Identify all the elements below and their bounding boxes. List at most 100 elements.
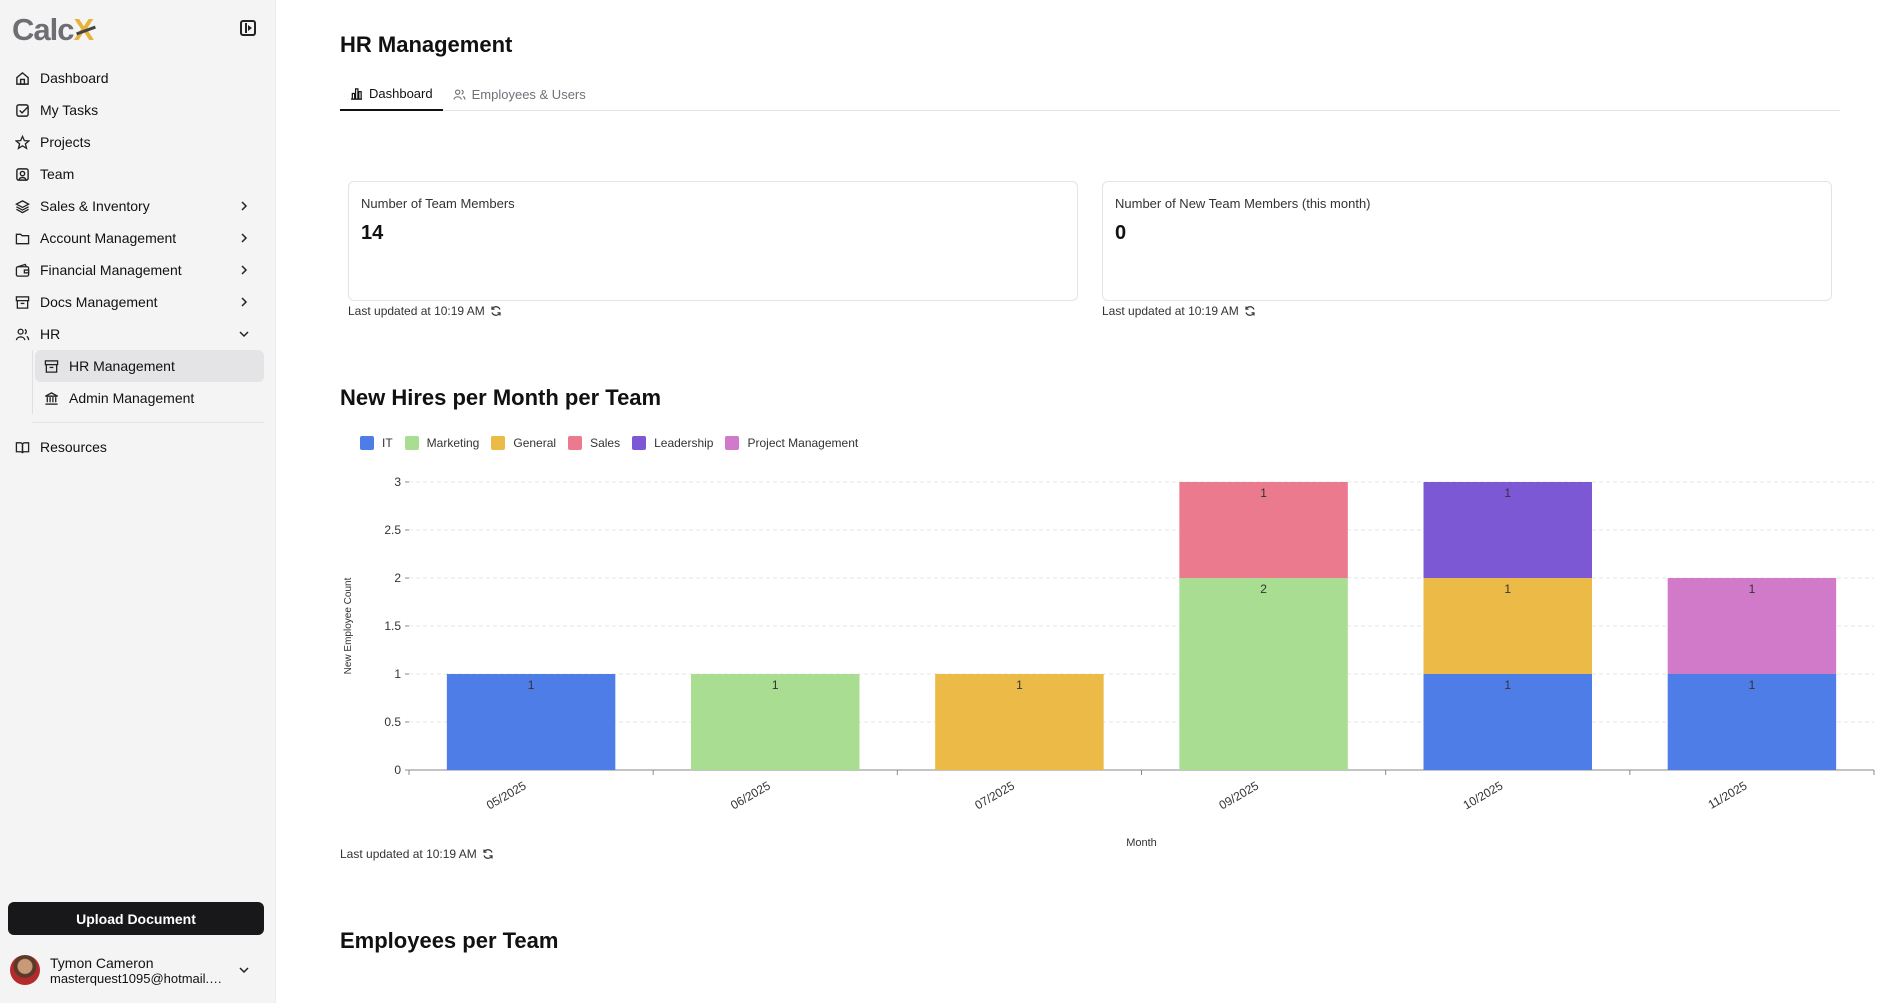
data-label: 2 xyxy=(1260,582,1267,596)
last-updated: Last updated at 10:19 AM xyxy=(340,847,494,861)
sidebar-collapse-icon[interactable] xyxy=(240,20,256,36)
folder-icon xyxy=(14,230,30,246)
layers-icon xyxy=(14,198,30,214)
checkbox-icon xyxy=(14,102,30,118)
logo-text: Calc xyxy=(12,12,74,47)
legend-label: Sales xyxy=(590,436,621,450)
data-label: 1 xyxy=(1749,678,1756,692)
legend-item[interactable]: General xyxy=(491,436,556,450)
sidebar-item-label: Admin Management xyxy=(69,390,195,406)
legend-swatch xyxy=(632,436,647,450)
legend-swatch xyxy=(491,436,506,450)
x-axis-label: Month xyxy=(1126,837,1157,849)
archive-icon xyxy=(14,294,30,310)
data-label: 1 xyxy=(528,678,535,692)
card-label: Number of New Team Members (this month) xyxy=(1115,196,1371,211)
legend-item[interactable]: IT xyxy=(360,436,393,450)
sidebar-item-financial-management[interactable]: Financial Management xyxy=(8,254,264,286)
sidebar-item-resources[interactable]: Resources xyxy=(8,431,264,463)
y-axis-label: New Employee Count xyxy=(343,577,354,674)
bar-segment xyxy=(1179,578,1348,770)
x-tick-label: 11/2025 xyxy=(1706,778,1750,812)
sidebar-item-docs-management[interactable]: Docs Management xyxy=(8,286,264,318)
sidebar-item-label: My Tasks xyxy=(40,102,99,118)
new-team-members-card: Number of New Team Members (this month) … xyxy=(1102,181,1832,301)
nav-divider xyxy=(32,422,264,423)
sidebar-item-admin-management[interactable]: Admin Management xyxy=(35,382,264,414)
star-icon xyxy=(14,134,30,150)
legend-swatch xyxy=(360,436,374,450)
avatar xyxy=(10,955,40,985)
refresh-icon[interactable] xyxy=(490,305,502,317)
user-menu[interactable]: Tymon Cameron masterquest1095@hotmail.c.… xyxy=(10,948,264,992)
sidebar-item-label: Financial Management xyxy=(40,262,182,278)
legend-item[interactable]: Marketing xyxy=(404,436,479,450)
last-updated-text: Last updated at 10:19 AM xyxy=(340,847,477,861)
legend-label: Project Management xyxy=(747,436,859,450)
legend-item[interactable]: Sales xyxy=(568,436,620,450)
legend-item[interactable]: Leadership xyxy=(632,436,713,450)
employees-section-title: Employees per Team xyxy=(340,928,559,953)
archive-icon xyxy=(43,358,59,374)
sidebar-item-projects[interactable]: Projects xyxy=(8,126,264,158)
data-label: 1 xyxy=(1749,582,1756,596)
card-label: Number of Team Members xyxy=(361,196,515,211)
tab-employees-users[interactable]: Employees & Users xyxy=(443,78,596,111)
hires-section-title: New Hires per Month per Team xyxy=(340,385,662,410)
tab-dashboard[interactable]: Dashboard xyxy=(340,78,443,111)
data-label: 1 xyxy=(1504,678,1511,692)
tab-label: Employees & Users xyxy=(471,87,586,102)
y-tick-label: 2 xyxy=(394,571,401,585)
y-tick-label: 0.5 xyxy=(384,715,401,729)
chevron-right-icon xyxy=(236,262,252,278)
sidebar-item-dashboard[interactable]: Dashboard xyxy=(8,62,264,94)
hr-submenu: HR Management Admin Management xyxy=(32,350,264,414)
legend-swatch xyxy=(568,436,583,450)
y-tick-label: 1 xyxy=(394,667,401,681)
sidebar-item-team[interactable]: Team xyxy=(8,158,264,190)
sidebar-item-hr[interactable]: HR xyxy=(8,318,264,350)
bar-chart-icon xyxy=(350,87,364,101)
sidebar-item-account-management[interactable]: Account Management xyxy=(8,222,264,254)
last-updated: Last updated at 10:19 AM xyxy=(348,304,502,318)
refresh-icon[interactable] xyxy=(482,848,494,860)
legend-label: IT xyxy=(382,436,393,450)
sidebar-item-label: Resources xyxy=(40,439,107,455)
chevron-right-icon xyxy=(236,294,252,310)
sidebar-item-label: HR xyxy=(40,326,61,342)
user-email: masterquest1095@hotmail.c... xyxy=(50,970,225,986)
legend-swatch xyxy=(725,436,740,450)
sidebar-item-label: Docs Management xyxy=(40,294,158,310)
tab-bar: Dashboard Employees & Users xyxy=(340,78,1840,111)
refresh-icon[interactable] xyxy=(1244,305,1256,317)
chevron-down-icon xyxy=(236,326,252,342)
sidebar-item-label: Account Management xyxy=(40,230,177,246)
new-hires-chart: 00.511.522.53105/2025106/2025107/2025210… xyxy=(343,475,1875,849)
user-name: Tymon Cameron xyxy=(50,954,154,971)
data-label: 1 xyxy=(1260,486,1267,500)
sidebar-item-hr-management[interactable]: HR Management xyxy=(35,350,264,382)
data-label: 1 xyxy=(772,678,779,692)
sidebar-item-sales-inventory[interactable]: Sales & Inventory xyxy=(8,190,264,222)
book-open-icon xyxy=(14,439,30,455)
main-content: HR Management Dashboard Employees & User… xyxy=(276,0,1903,1003)
last-updated-text: Last updated at 10:19 AM xyxy=(1102,304,1239,318)
legend-swatch xyxy=(404,436,419,450)
sidebar-item-label: Dashboard xyxy=(40,70,109,86)
data-label: 1 xyxy=(1504,486,1511,500)
sidebar-item-label: Sales & Inventory xyxy=(40,198,150,214)
upload-document-button[interactable]: Upload Document xyxy=(8,902,264,935)
page-title: HR Management xyxy=(340,32,513,57)
x-tick-label: 09/2025 xyxy=(1217,778,1262,812)
legend-label: Leadership xyxy=(654,436,714,450)
last-updated-text: Last updated at 10:19 AM xyxy=(348,304,485,318)
card-value: 14 xyxy=(361,222,384,244)
x-tick-label: 05/2025 xyxy=(484,778,529,812)
data-label: 1 xyxy=(1504,582,1511,596)
y-tick-label: 3 xyxy=(394,475,401,489)
legend-item[interactable]: Project Management xyxy=(725,436,858,450)
chevron-right-icon xyxy=(236,230,252,246)
sidebar-item-my-tasks[interactable]: My Tasks xyxy=(8,94,264,126)
app-logo[interactable]: Calc X xyxy=(12,12,94,48)
chevron-down-icon xyxy=(236,962,252,978)
